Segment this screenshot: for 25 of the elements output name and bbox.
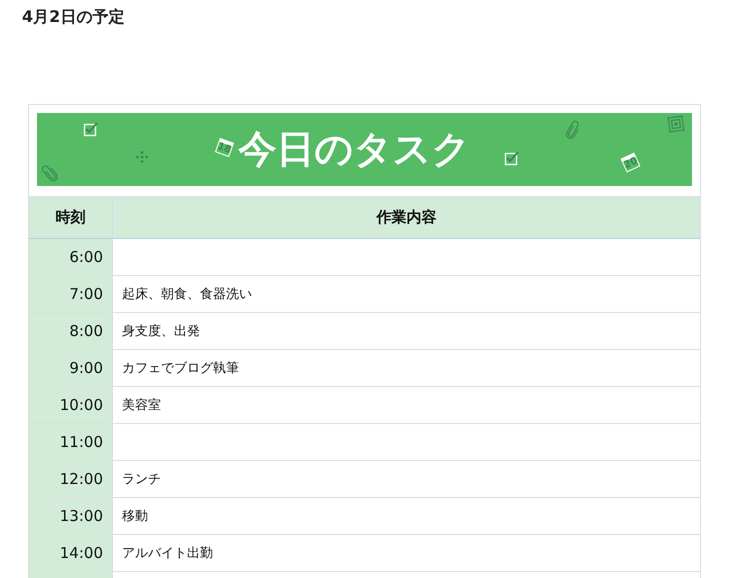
- column-header: 時刻: [29, 196, 112, 238]
- time-cell: 6:00: [29, 238, 112, 276]
- banner-title: 今日のタスク: [238, 126, 470, 173]
- time-cell: 13:00: [29, 498, 112, 534]
- time-cell: 10:00: [29, 386, 112, 424]
- checkbox-icon: [83, 121, 99, 137]
- time-cell: 8:00: [29, 312, 112, 350]
- checkbox-icon: [504, 150, 520, 166]
- time-cell: 11:00: [29, 424, 112, 460]
- time-cell: 9:00: [29, 350, 112, 386]
- task-cell: ランチ: [112, 460, 700, 498]
- time-cell: 7:00: [29, 276, 112, 312]
- calendar-icon: 18: [214, 138, 234, 158]
- task-cell: カフェでブログ執筆: [112, 350, 700, 386]
- task-cell: 起床、朝食、食器洗い: [112, 276, 700, 312]
- time-cell: 14:00: [29, 534, 112, 572]
- page-title: 4月2日の予定: [22, 7, 124, 28]
- task-cell: 美容室: [112, 386, 700, 424]
- dots-icon: [136, 151, 148, 163]
- time-cell: 12:00: [29, 460, 112, 498]
- task-cell: アルバイト出勤: [112, 534, 700, 572]
- column-header: 作業内容: [112, 196, 700, 238]
- calendar-icon: 20: [620, 152, 640, 172]
- task-cell: 身支度、出発: [112, 312, 700, 350]
- task-cell: 移動: [112, 498, 700, 534]
